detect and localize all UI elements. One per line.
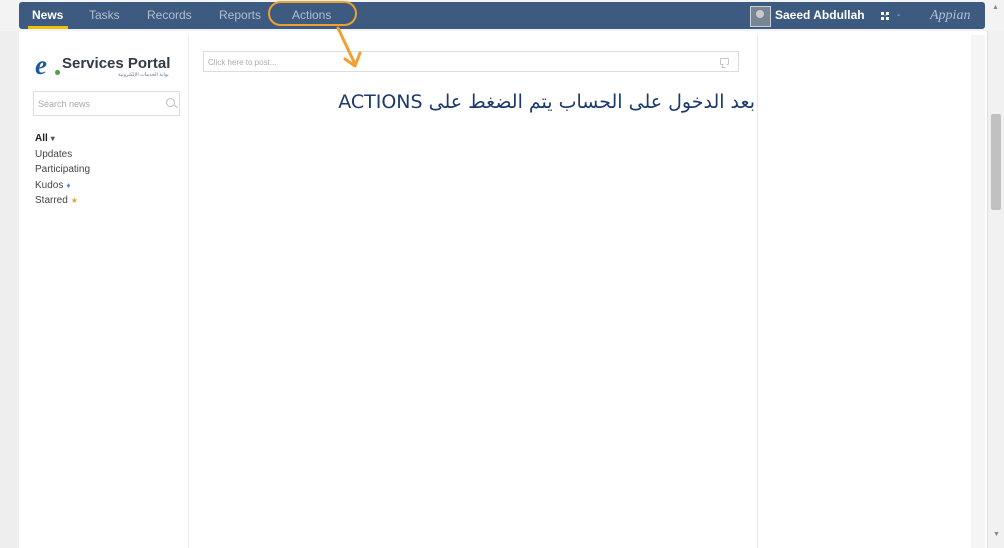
- filter-participating-label: Participating: [35, 164, 91, 176]
- star-icon: ★: [70, 196, 78, 206]
- tab-reports[interactable]: Reports: [219, 2, 261, 29]
- scroll-down-arrow[interactable]: ▼: [993, 531, 1000, 538]
- filter-updates-label: Updates: [35, 148, 73, 160]
- scroll-up-arrow[interactable]: ▲: [992, 4, 999, 11]
- filter-updates[interactable]: Updates: [35, 147, 90, 163]
- apps-grid-icon[interactable]: [881, 12, 889, 20]
- search-icon[interactable]: [166, 98, 175, 107]
- comment-icon[interactable]: [720, 58, 729, 65]
- filter-all-label: All: [35, 133, 48, 144]
- user-avatar[interactable]: [750, 6, 771, 27]
- brand-logo: Appian: [930, 8, 971, 23]
- logo-title: Services Portal: [62, 55, 171, 72]
- chevron-down-icon: ▾: [50, 134, 55, 143]
- post-input[interactable]: [208, 56, 698, 68]
- user-name[interactable]: Saeed Abdullah: [775, 2, 865, 29]
- news-filters: All ▾ Updates Participating Kudos ♦ Starre…: [35, 131, 90, 209]
- logo-subtitle: بوابة الخدمات الإلكترونية: [118, 72, 169, 78]
- logo-e-mark: e: [35, 50, 47, 80]
- filter-kudos-label: Kudos: [35, 179, 64, 191]
- active-tab-indicator: [28, 26, 68, 29]
- post-box: [203, 51, 739, 72]
- instruction-text: بعد الدخول على الحساب يتم الضغط على ACTI…: [338, 91, 755, 113]
- filter-all[interactable]: All ▾: [35, 131, 90, 147]
- annotation-arrow: [336, 26, 362, 68]
- right-strip: [970, 35, 985, 548]
- news-search-box: [33, 91, 180, 116]
- filter-kudos[interactable]: Kudos ♦: [35, 178, 90, 194]
- tab-tasks[interactable]: Tasks: [89, 2, 120, 29]
- tab-news[interactable]: News: [32, 2, 63, 29]
- vertical-scrollbar[interactable]: ▼: [987, 31, 1004, 548]
- tab-records[interactable]: Records: [147, 2, 192, 29]
- logo-dot: [55, 70, 60, 75]
- kudos-icon: ♦: [66, 180, 71, 190]
- filter-participating[interactable]: Participating: [35, 162, 90, 178]
- apps-menu-caret[interactable]: -: [897, 2, 900, 29]
- news-search-input[interactable]: [38, 97, 153, 111]
- scrollbar-thumb[interactable]: [991, 114, 1001, 210]
- left-gutter: [0, 31, 19, 548]
- nav-bar: News Tasks Records Reports Actions Saeed…: [19, 2, 985, 29]
- filter-starred-label: Starred: [35, 195, 68, 207]
- right-column: [757, 35, 971, 548]
- filter-starred[interactable]: Starred ★: [35, 193, 90, 209]
